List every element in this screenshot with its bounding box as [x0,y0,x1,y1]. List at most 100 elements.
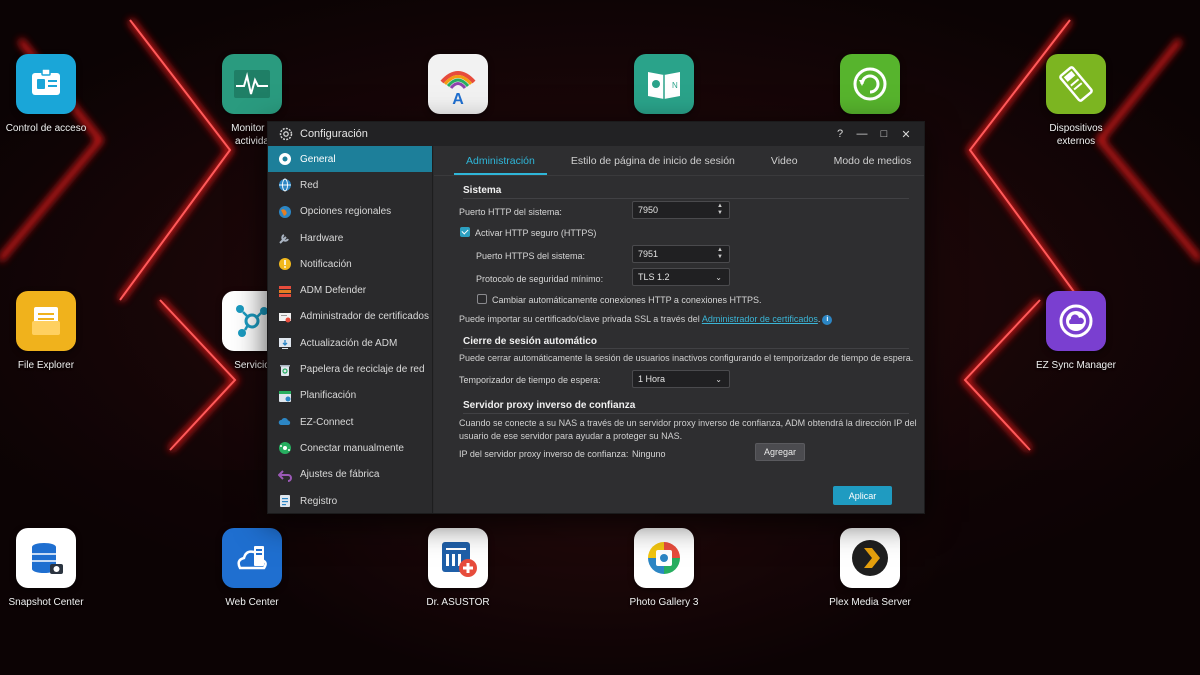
https-redirect-checkbox[interactable] [477,294,487,304]
hardware-icon [279,234,289,244]
app-asustor-portal[interactable]: A [398,54,518,114]
certificate-icon [279,312,291,323]
sidebar-item-label: Papelera de reciclaje de red [300,364,425,376]
app-label: Web Center [225,597,279,608]
chevron-down-icon: ⌄ [715,273,722,282]
web-server-icon [222,528,282,588]
proxy-ip-value: Ninguno [632,449,666,459]
app-control-de-acceso[interactable]: Control de acceso [0,54,106,135]
stepper-arrows-icon[interactable]: ▲ ▼ [717,203,723,217]
app-label-line2: activida [235,136,269,147]
sidebar-item-notificacion[interactable]: Notificación [268,251,432,277]
sidebar-item-label: Planificación [300,390,357,402]
app-learning-center[interactable]: N [604,54,724,114]
http-port-label: Puerto HTTP del sistema: [459,207,562,217]
svg-text:A: A [452,91,464,106]
sidebar-item-label: Conectar manualmente [300,442,404,454]
app-web-center[interactable]: Web Center [192,528,312,609]
region-icon [279,205,291,218]
timer-select[interactable]: 1 Hora ⌄ [632,370,730,388]
sidebar-item-adm-defender[interactable]: ADM Defender [268,277,432,303]
sidebar-item-actualizacion-adm[interactable]: Actualización de ADM [268,330,432,356]
defender-icon [279,285,291,297]
maximize-button[interactable]: □ [878,128,890,140]
app-label-line2: externos [1056,136,1096,147]
tab-bar: Administración Estilo de página de inici… [434,146,924,176]
app-snapshot-center[interactable]: Snapshot Center [0,528,106,609]
sidebar-item-papelera-reciclaje[interactable]: Papelera de reciclaje de red [268,356,432,382]
window-title: Configuración [300,128,368,140]
tab-modo-medios[interactable]: Modo de medios [822,155,924,175]
sidebar-item-conectar-manualmente[interactable]: Conectar manualmente [268,435,432,461]
https-port-input[interactable]: 7951 ▲ ▼ [632,245,730,263]
protocol-select[interactable]: TLS 1.2 ⌄ [632,268,730,286]
sidebar-item-hardware[interactable]: Hardware [268,225,432,251]
add-proxy-button[interactable]: Agregar [755,443,805,461]
app-plex-media-server[interactable]: Plex Media Server [810,528,930,609]
app-label: Photo Gallery 3 [629,597,699,608]
sidebar-item-label: ADM Defender [300,285,367,297]
app-file-explorer[interactable]: File Explorer [0,291,106,372]
app-ez-sync-manager[interactable]: EZ Sync Manager [1016,291,1136,372]
apply-button[interactable]: Aplicar [833,486,892,505]
https-redirect-label: Cambiar automáticamente conexiones HTTP … [492,295,762,305]
sidebar-item-label: EZ-Connect [300,416,354,428]
section-title-cierre-sesion: Cierre de sesión automático [463,336,597,347]
protocol-value: TLS 1.2 [638,272,670,282]
section-divider [463,198,909,199]
section-title-proxy: Servidor proxy inverso de confianza [463,400,636,411]
close-button[interactable]: ✕ [900,128,912,141]
sidebar-item-opciones-regionales[interactable]: Opciones regionales [268,199,432,225]
http-port-input[interactable]: 7950 ▲ ▼ [632,201,730,219]
cloud-sync-icon [1046,291,1106,351]
proxy-description-line1: Cuando se conecte a su NAS a través de u… [459,418,917,428]
sidebar-item-label: Administrador de certificados [300,311,429,323]
photo-gallery-icon [634,528,694,588]
minimize-button[interactable]: — [856,128,868,140]
app-label: Dispositivos [1049,123,1103,134]
app-label: Dr. ASUSTOR [426,597,490,608]
recycle-bin-icon [280,364,290,376]
https-enable-checkbox[interactable] [460,227,470,237]
sidebar-item-planificacion[interactable]: Planificación [268,383,432,409]
app-dr-asustor[interactable]: Dr. ASUSTOR [398,528,518,609]
sidebar-item-ajustes-fabrica[interactable]: Ajustes de fábrica [268,462,432,488]
app-photo-gallery[interactable]: Photo Gallery 3 [604,528,724,609]
tab-video[interactable]: Video [759,155,810,175]
sidebar-item-label: Registro [300,495,338,507]
globe-icon [279,178,291,192]
help-button[interactable]: ? [834,128,846,140]
sidebar-item-administrador-certificados[interactable]: Administrador de certificados [268,304,432,330]
sidebar-item-red[interactable]: Red [268,172,432,198]
sidebar-item-ez-connect[interactable]: EZ-Connect [268,409,432,435]
sidebar-item-label: Red [300,179,319,191]
window-titlebar[interactable]: Configuración ? — □ ✕ [268,122,924,146]
certificate-manager-link[interactable]: Administrador de certificados [702,314,818,324]
info-icon[interactable]: i [822,314,833,325]
sidebar-item-registro[interactable]: Registro [268,488,432,514]
http-port-value: 7950 [638,205,659,215]
stepper-arrows-icon[interactable]: ▲ ▼ [717,247,723,261]
tab-estilo-pagina-inicio[interactable]: Estilo de página de inicio de sesión [559,155,747,175]
logout-description: Puede cerrar automáticamente la sesión d… [459,353,914,363]
app-backup[interactable] [810,54,930,114]
protocol-label: Protocolo de seguridad mínimo: [476,274,604,284]
access-control-icon [16,54,76,114]
section-divider [463,348,909,349]
app-label: File Explorer [17,360,75,371]
section-divider [463,413,909,414]
log-icon [280,495,290,507]
notification-icon [279,258,291,271]
sidebar-item-label: Hardware [300,232,344,244]
app-label: Control de acceso [5,123,87,134]
settings-sidebar: General Red Opciones regionales Hardware… [268,146,433,513]
https-port-label: Puerto HTTPS del sistema: [476,251,586,261]
health-check-icon [428,528,488,588]
app-label: Plex Media Server [829,597,911,608]
gear-icon [279,127,293,141]
app-dispositivos-externos[interactable]: Dispositivos externos [1016,54,1136,148]
folder-icon [16,291,76,351]
tab-administracion[interactable]: Administración [454,155,547,175]
sidebar-item-general[interactable]: General [268,146,432,173]
sidebar-item-label: Actualización de ADM [300,337,398,349]
